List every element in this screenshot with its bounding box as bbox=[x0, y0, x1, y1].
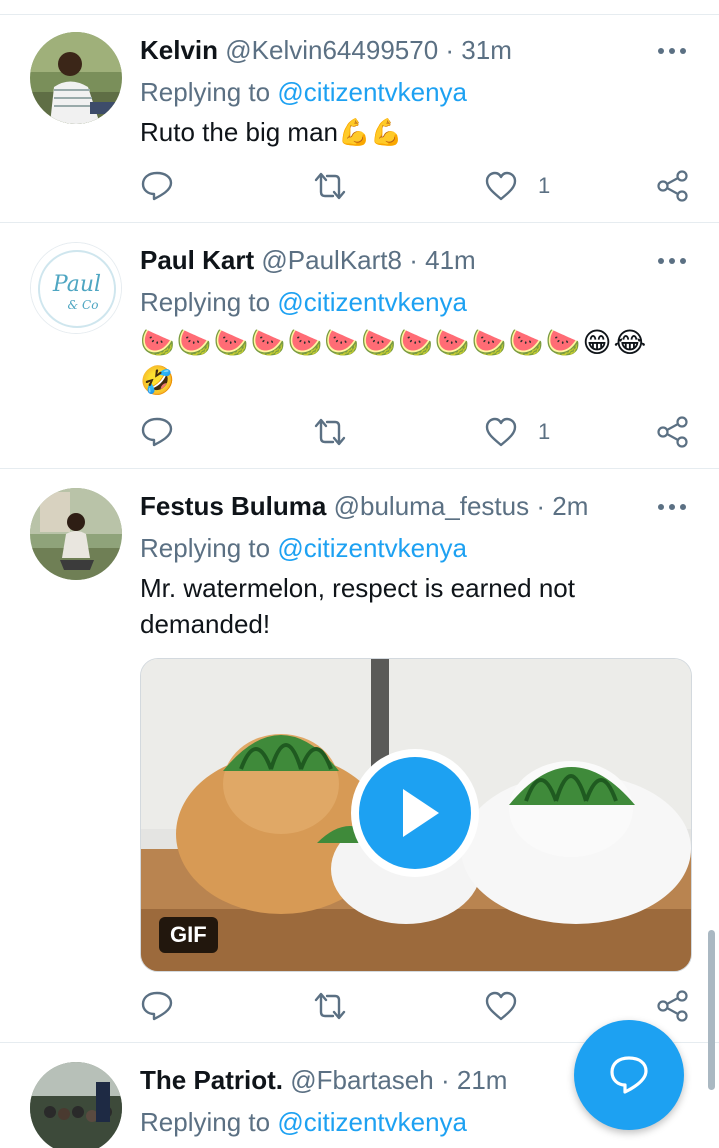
avatar-festus-buluma[interactable] bbox=[30, 488, 122, 580]
replying-to: Replying to @citizentvkenya bbox=[140, 74, 467, 110]
mention-link[interactable]: @citizentvkenya bbox=[277, 77, 467, 107]
divider bbox=[0, 222, 719, 223]
user-handle[interactable]: @Fbartaseh bbox=[290, 1065, 433, 1095]
like-button[interactable] bbox=[484, 986, 524, 1026]
timestamp[interactable]: 41m bbox=[425, 245, 476, 275]
mention-link[interactable]: @citizentvkenya bbox=[277, 287, 467, 317]
user-handle[interactable]: @Kelvin64499570 bbox=[225, 35, 438, 65]
replying-to: Replying to @citizentvkenya bbox=[140, 1104, 467, 1140]
compose-reply-button[interactable] bbox=[574, 1020, 684, 1130]
separator-dot: · bbox=[445, 35, 455, 65]
retweet-button[interactable] bbox=[312, 166, 352, 206]
retweet-button[interactable] bbox=[312, 986, 352, 1026]
mention-link[interactable]: @citizentvkenya bbox=[277, 533, 467, 563]
replying-prefix: Replying to bbox=[140, 1107, 271, 1137]
reply-icon bbox=[141, 417, 173, 447]
reply-button[interactable] bbox=[140, 986, 180, 1026]
divider bbox=[0, 468, 719, 469]
avatar-the-patriot[interactable] bbox=[30, 1062, 122, 1148]
divider-top bbox=[0, 14, 719, 15]
scrollbar[interactable] bbox=[708, 930, 715, 1090]
user-handle[interactable]: @buluma_festus bbox=[334, 491, 530, 521]
tweet-text: 🍉🍉🍉🍉🍉🍉🍉🍉🍉🍉🍉🍉😁😂🤣 bbox=[140, 327, 649, 396]
like-count: 1 bbox=[538, 173, 551, 198]
tweet-header: The Patriot. @Fbartaseh · 21m bbox=[140, 1062, 507, 1098]
replying-to: Replying to @citizentvkenya bbox=[140, 530, 467, 566]
avatar-paul-kart[interactable]: Paul & Co bbox=[30, 242, 122, 334]
tweet-kelvin[interactable]: Kelvin @Kelvin64499570 · 31m Replying to… bbox=[0, 32, 719, 222]
reply-icon bbox=[141, 991, 173, 1021]
replying-prefix: Replying to bbox=[140, 77, 271, 107]
heart-icon bbox=[485, 991, 517, 1021]
play-button[interactable] bbox=[351, 749, 479, 877]
more-options-icon[interactable] bbox=[656, 242, 688, 278]
gif-media[interactable]: GIF bbox=[140, 658, 692, 972]
timestamp[interactable]: 31m bbox=[461, 35, 512, 65]
separator-dot: · bbox=[409, 245, 418, 275]
share-button[interactable] bbox=[656, 166, 692, 206]
more-options-icon[interactable] bbox=[656, 32, 688, 68]
like-count: 1 bbox=[538, 419, 551, 444]
heart-icon bbox=[485, 171, 517, 201]
share-icon bbox=[657, 170, 688, 202]
share-button[interactable] bbox=[656, 412, 692, 452]
tweet-header: Festus Buluma @buluma_festus · 2m bbox=[140, 488, 588, 524]
tweet-actions: 1 bbox=[0, 412, 719, 452]
tweet-header: Paul Kart @PaulKart8 · 41m bbox=[140, 242, 476, 278]
tweet-text: Ruto the big man💪💪 bbox=[140, 117, 403, 147]
user-handle[interactable]: @PaulKart8 bbox=[261, 245, 402, 275]
display-name[interactable]: Kelvin bbox=[140, 35, 218, 65]
retweet-icon bbox=[314, 992, 346, 1020]
tweet-actions: 1 bbox=[0, 166, 719, 206]
gif-badge: GIF bbox=[159, 917, 218, 953]
svg-text:Paul: Paul bbox=[52, 272, 101, 297]
share-icon bbox=[657, 416, 688, 448]
timestamp[interactable]: 2m bbox=[552, 491, 588, 521]
replying-to: Replying to @citizentvkenya bbox=[140, 284, 467, 320]
svg-text:& Co: & Co bbox=[68, 298, 99, 312]
retweet-button[interactable] bbox=[312, 412, 352, 452]
tweet-text: Mr. watermelon, respect is earned not de… bbox=[140, 573, 575, 639]
tweet-festus-buluma[interactable]: Festus Buluma @buluma_festus · 2m Replyi… bbox=[0, 488, 719, 1040]
reply-icon bbox=[141, 171, 173, 201]
reply-button[interactable] bbox=[140, 166, 180, 206]
replying-prefix: Replying to bbox=[140, 533, 271, 563]
display-name[interactable]: Paul Kart bbox=[140, 245, 254, 275]
timestamp[interactable]: 21m bbox=[457, 1065, 508, 1095]
compose-reply-icon bbox=[610, 1056, 648, 1094]
play-icon bbox=[403, 789, 439, 837]
reply-button[interactable] bbox=[140, 412, 180, 452]
retweet-icon bbox=[314, 172, 346, 200]
like-button[interactable]: 1 bbox=[484, 166, 564, 206]
display-name[interactable]: Festus Buluma bbox=[140, 491, 326, 521]
avatar-kelvin[interactable] bbox=[30, 32, 122, 124]
tweet-header: Kelvin @Kelvin64499570 · 31m bbox=[140, 32, 512, 68]
retweet-icon bbox=[314, 418, 346, 446]
share-icon bbox=[657, 990, 688, 1022]
heart-icon bbox=[485, 417, 517, 447]
more-options-icon[interactable] bbox=[656, 488, 688, 524]
mention-link[interactable]: @citizentvkenya bbox=[277, 1107, 467, 1137]
like-button[interactable]: 1 bbox=[484, 412, 564, 452]
separator-dot: · bbox=[440, 1065, 450, 1095]
replying-prefix: Replying to bbox=[140, 287, 271, 317]
display-name[interactable]: The Patriot. bbox=[140, 1065, 283, 1095]
tweet-paul-kart[interactable]: Paul & Co Paul Kart @PaulKart8 · 41m Rep… bbox=[0, 242, 719, 468]
separator-dot: · bbox=[536, 491, 546, 521]
